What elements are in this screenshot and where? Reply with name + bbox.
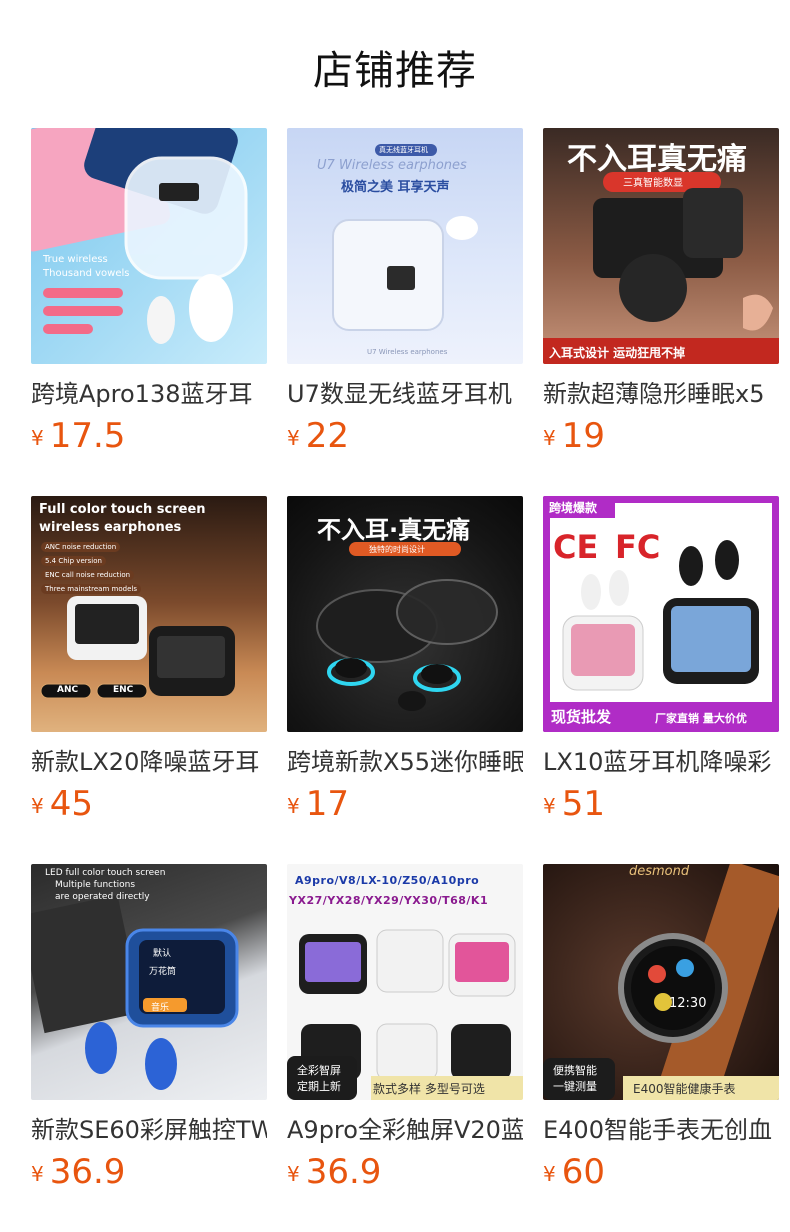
price-value: 36.9 [305,1152,382,1192]
thumb-caption: 独特的时尚设计 [369,545,425,554]
product-price: ¥60 [543,1152,779,1192]
product-price: ¥51 [543,784,779,824]
thumb-caption: 音乐 [151,1003,170,1013]
thumb-caption: Three mainstream models [41,584,141,594]
thumb-caption: 不入耳·真无痛 [317,516,471,544]
price-value: 51 [561,784,605,824]
thumb-caption: 便携智能 [553,1064,597,1077]
thumb-caption: are operated directly [55,892,150,902]
thumb-caption: 极简之美 耳享天声 [341,180,450,195]
product-card[interactable]: A9pro/V8/LX-10/Z50/A10pro YX27/YX28/YX29… [287,864,523,1232]
thumb-caption: 默认 [153,949,172,959]
product-price: ¥17 [287,784,523,824]
brand-logo: desmond [629,864,690,879]
product-image[interactable]: A9pro/V8/LX-10/Z50/A10pro YX27/YX28/YX29… [287,864,523,1100]
price-value: 17 [305,784,349,824]
thumb-caption: ANC [57,685,79,695]
price-value: 60 [561,1152,605,1192]
product-name[interactable]: 新款LX20降噪蓝牙耳 [31,746,267,778]
thumb-caption: U7 Wireless earphones [317,158,467,173]
ce-mark: CE [553,528,599,566]
thumb-caption: Thousand vowels [43,268,130,279]
product-image[interactable]: 不入耳真无痛 三真智能数显 入耳式设计 运动狂甩不掉 [543,128,779,364]
thumb-caption: 现货批发 [551,708,612,726]
thumb-caption: Full color touch screen [39,502,206,517]
thumb-caption: 12:30 [669,996,707,1011]
thumb-caption: A9pro/V8/LX-10/Z50/A10pro [295,874,480,887]
thumb-caption: 款式多样 多型号可选 [373,1082,485,1096]
thumb-caption: 一键测量 [553,1080,597,1093]
thumb-caption: 厂家直销 量大价优 [655,712,747,725]
price-value: 45 [49,784,93,824]
product-price: ¥22 [287,416,523,456]
currency-symbol: ¥ [31,794,44,818]
thumb-caption: 不入耳真无痛 [567,142,747,177]
thumb-caption: 5.4 Chip version [41,556,106,566]
product-image[interactable]: True wireless Thousand vowels [31,128,267,364]
page-title: 店铺推荐 [313,48,477,94]
thumb-caption: YX27/YX28/YX29/YX30/T68/K1 [289,894,489,907]
product-card[interactable]: 真无线蓝牙耳机 U7 Wireless earphones 极简之美 耳享天声 … [287,128,523,496]
currency-symbol: ¥ [287,426,300,450]
thumb-caption: wireless earphones [39,520,182,535]
product-price: ¥36.9 [287,1152,523,1192]
product-name[interactable]: 跨境新款X55迷你睡眠 [287,746,523,778]
price-value: 17.5 [49,416,126,456]
price-value: 22 [305,416,349,456]
thumb-caption: E400智能健康手表 [633,1082,736,1096]
thumb-caption: 三真智能数显 [623,178,683,189]
product-card[interactable]: desmond 12:30 便携智能 一键测量 E400智能健康手表 E400智… [543,864,779,1232]
product-name[interactable]: U7数显无线蓝牙耳机 [287,378,523,410]
product-card[interactable]: 不入耳真无痛 三真智能数显 入耳式设计 运动狂甩不掉 新款超薄隐形睡眠x5 ¥1… [543,128,779,496]
thumb-caption: 定期上新 [297,1080,341,1093]
thumb-caption: U7 Wireless earphones [367,348,448,356]
product-card[interactable]: LED full color touch screen Multiple fun… [31,864,267,1232]
product-image[interactable]: 真无线蓝牙耳机 U7 Wireless earphones 极简之美 耳享天声 … [287,128,523,364]
thumb-caption: 入耳式设计 运动狂甩不掉 [549,346,686,360]
thumb-caption: ENC call noise reduction [41,570,135,580]
currency-symbol: ¥ [287,1162,300,1186]
product-card[interactable]: 跨境爆款 CE FC 现货批发 厂家直销 量大价优 LX10蓝牙耳机降噪彩 ¥5… [543,496,779,864]
currency-symbol: ¥ [31,1162,44,1186]
product-card[interactable]: Full color touch screen wireless earphon… [31,496,267,864]
thumb-caption: ANC noise reduction [41,542,121,552]
thumb-caption: 跨境爆款 [549,501,598,515]
currency-symbol: ¥ [543,1162,556,1186]
price-value: 36.9 [49,1152,126,1192]
product-name[interactable]: 新款SE60彩屏触控TWS [31,1114,267,1146]
currency-symbol: ¥ [287,794,300,818]
thumb-caption: LED full color touch screen [45,868,166,878]
thumb-caption: 真无线蓝牙耳机 [379,146,428,154]
product-name[interactable]: A9pro全彩触屏V20蓝 [287,1114,523,1146]
product-card[interactable]: True wireless Thousand vowels 跨境Apro138蓝… [31,128,267,496]
product-image[interactable]: 不入耳·真无痛 独特的时尚设计 [287,496,523,732]
price-value: 19 [561,416,605,456]
fc-mark: FC [615,528,661,566]
product-image[interactable]: desmond 12:30 便携智能 一键测量 E400智能健康手表 [543,864,779,1100]
product-price: ¥17.5 [31,416,267,456]
currency-symbol: ¥ [31,426,44,450]
currency-symbol: ¥ [543,426,556,450]
product-image[interactable]: Full color touch screen wireless earphon… [31,496,267,732]
thumb-caption: ENC [113,685,134,695]
product-name[interactable]: E400智能手表无创血 [543,1114,779,1146]
product-price: ¥45 [31,784,267,824]
thumb-caption: Multiple functions [55,880,136,890]
product-card[interactable]: 不入耳·真无痛 独特的时尚设计 跨境新款X55迷你睡眠 ¥17 [287,496,523,864]
product-name[interactable]: 新款超薄隐形睡眠x5 [543,378,779,410]
product-price: ¥36.9 [31,1152,267,1192]
product-price: ¥19 [543,416,779,456]
product-image[interactable]: 跨境爆款 CE FC 现货批发 厂家直销 量大价优 [543,496,779,732]
currency-symbol: ¥ [543,794,556,818]
thumb-caption: 万花筒 [149,967,177,977]
thumb-caption: 全彩智屏 [297,1064,341,1077]
product-name[interactable]: LX10蓝牙耳机降噪彩 [543,746,779,778]
product-grid: True wireless Thousand vowels 跨境Apro138蓝… [31,128,779,1232]
product-name[interactable]: 跨境Apro138蓝牙耳 [31,378,267,410]
product-image[interactable]: LED full color touch screen Multiple fun… [31,864,267,1100]
thumb-caption: True wireless [43,254,108,265]
